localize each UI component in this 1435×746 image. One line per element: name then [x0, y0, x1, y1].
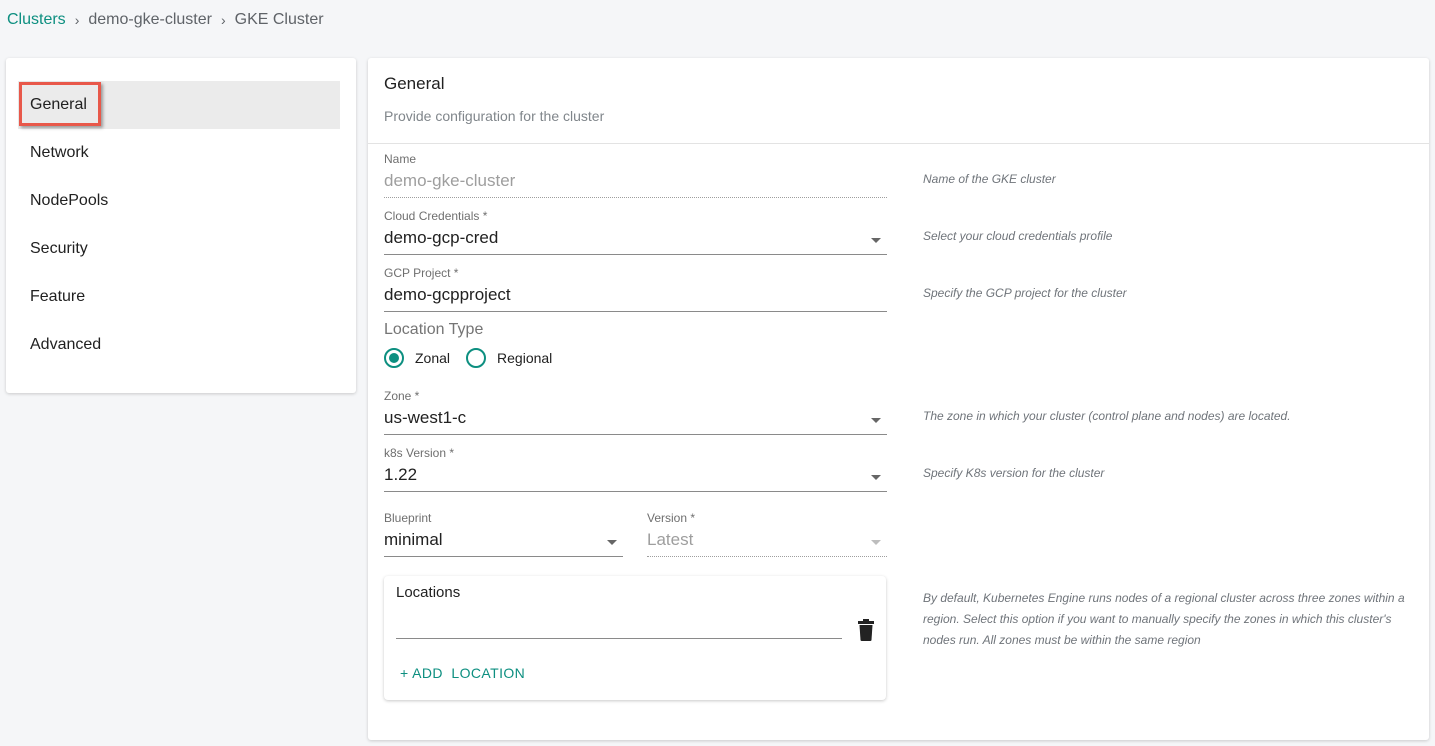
blueprint-version-select: Latest [647, 528, 887, 557]
zonal-radio[interactable] [384, 348, 404, 368]
sidebar-item-label: Network [30, 144, 89, 161]
select-value: Latest [647, 530, 694, 549]
dropdown-arrow-icon [607, 540, 617, 545]
zonal-radio-label[interactable]: Zonal [415, 350, 450, 366]
cloud-credentials-select[interactable]: demo-gcp-cred [384, 226, 887, 255]
breadcrumb-separator: › [74, 12, 80, 28]
sidebar-item-label: Feature [30, 288, 86, 305]
breadcrumb-clusters-link[interactable]: Clusters [7, 11, 66, 29]
sidebar-item-advanced[interactable]: Advanced [18, 321, 340, 369]
cluster-name-input: demo-gke-cluster [384, 169, 887, 198]
sidebar-item-feature[interactable]: Feature [18, 273, 340, 321]
k8s-version-select[interactable]: 1.22 [384, 463, 887, 492]
sidebar-item-label: General [30, 96, 87, 113]
select-value: 1.22 [384, 465, 418, 484]
location-input[interactable] [396, 616, 842, 639]
field-label: k8s Version * [384, 446, 455, 460]
cloud-credentials-field: Cloud Credentials * demo-gcp-cred [384, 209, 887, 255]
dropdown-arrow-icon [871, 540, 881, 545]
sidebar-nav: General Network NodePools Security Featu… [6, 58, 356, 393]
sidebar-item-network[interactable]: Network [18, 129, 340, 177]
regional-radio-label[interactable]: Regional [497, 350, 552, 366]
blueprint-version-field: Version * Latest [647, 511, 887, 557]
add-location-button[interactable]: + ADD LOCATION [400, 665, 525, 681]
sidebar-item-label: Advanced [30, 336, 102, 353]
general-settings-panel: General Provide configuration for the cl… [368, 58, 1429, 740]
sidebar-item-security[interactable]: Security [18, 225, 340, 273]
blueprint-field: Blueprint minimal [384, 511, 623, 557]
zone-select[interactable]: us-west1-c [384, 406, 887, 435]
field-label: GCP Project * [384, 266, 459, 280]
k8s-version-field: k8s Version * 1.22 [384, 446, 887, 492]
sidebar-item-label: NodePools [30, 192, 109, 209]
dropdown-arrow-icon [871, 238, 881, 243]
sidebar-item-nodepools[interactable]: NodePools [18, 177, 340, 225]
gcp-project-input[interactable]: demo-gcpproject [384, 283, 887, 312]
select-value: minimal [384, 530, 443, 549]
breadcrumb: Clusters › demo-gke-cluster › GKE Cluste… [7, 11, 324, 29]
gcp-project-field: GCP Project * demo-gcpproject [384, 266, 887, 312]
sidebar-item-general[interactable]: General [18, 81, 340, 129]
help-text: Specify K8s version for the cluster [923, 466, 1105, 480]
zone-field: Zone * us-west1-c [384, 389, 887, 435]
location-type-label: Location Type [384, 321, 484, 338]
select-value: us-west1-c [384, 408, 467, 427]
field-label: Cloud Credentials * [384, 209, 488, 223]
dropdown-arrow-icon [871, 475, 881, 480]
help-text: Select your cloud credentials profile [923, 229, 1113, 243]
cluster-name-field: Name demo-gke-cluster [384, 152, 887, 198]
breadcrumb-current-page: GKE Cluster [234, 11, 324, 28]
regional-radio[interactable] [466, 348, 487, 368]
help-text: By default, Kubernetes Engine runs nodes… [923, 591, 1405, 647]
trash-icon [858, 619, 874, 641]
field-label: Name [384, 152, 417, 166]
blueprint-select[interactable]: minimal [384, 528, 623, 557]
field-label: Version * [647, 511, 696, 525]
sidebar-item-label: Security [30, 240, 88, 257]
divider [368, 143, 1429, 144]
locations-card: Locations + ADD LOCATION [384, 576, 886, 700]
delete-location-button[interactable] [858, 619, 874, 641]
breadcrumb-separator: › [220, 12, 226, 28]
dropdown-arrow-icon [871, 418, 881, 423]
help-text: The zone in which your cluster (control … [923, 409, 1291, 423]
help-text: Specify the GCP project for the cluster [923, 286, 1127, 300]
field-label: Blueprint [384, 511, 432, 525]
section-title: General [384, 74, 445, 93]
location-type-radio-group: Zonal Regional [384, 348, 568, 368]
locations-title: Locations [396, 584, 461, 601]
breadcrumb-cluster-name: demo-gke-cluster [88, 11, 212, 28]
select-value: demo-gcp-cred [384, 228, 499, 247]
help-text: Name of the GKE cluster [923, 172, 1056, 186]
field-label: Zone * [384, 389, 420, 403]
section-subtitle: Provide configuration for the cluster [384, 108, 605, 124]
